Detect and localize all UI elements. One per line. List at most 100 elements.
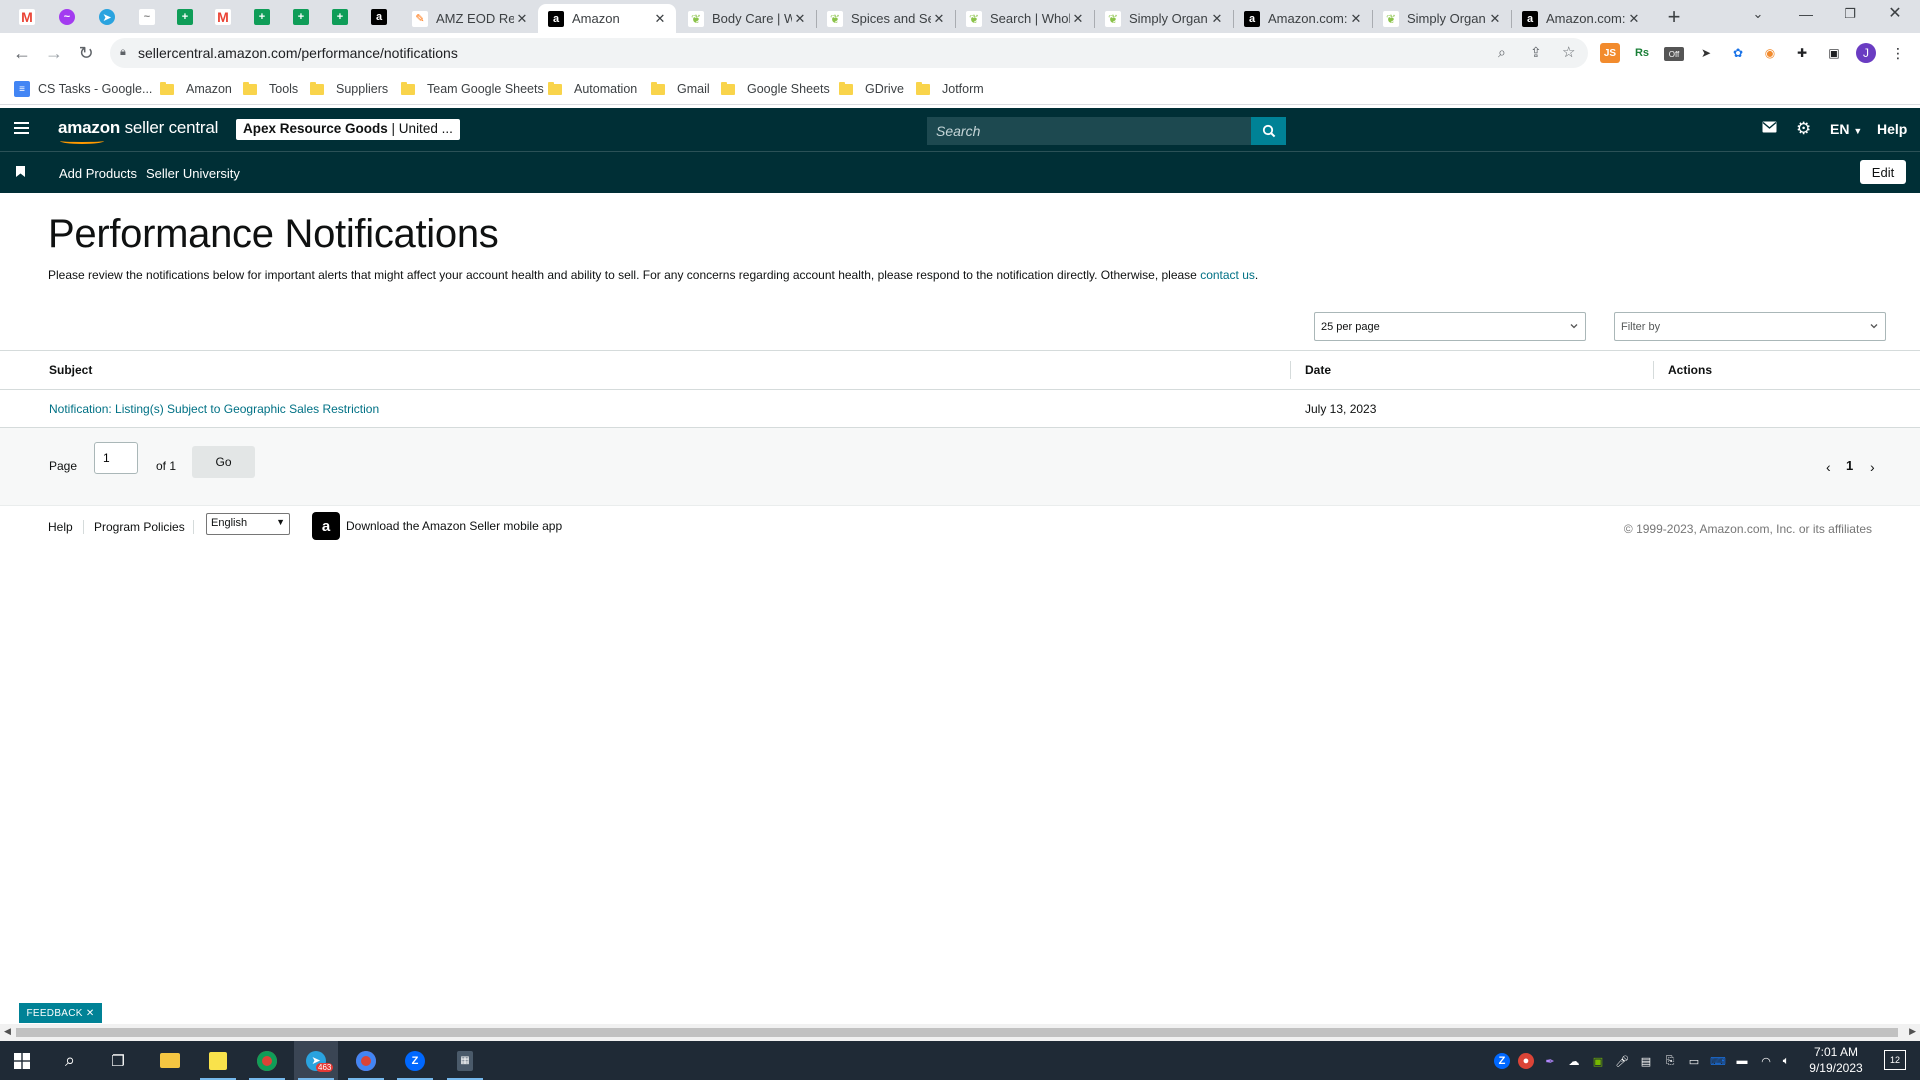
forward-icon[interactable]: → <box>40 39 68 67</box>
gear-extension-icon[interactable]: ✿ <box>1728 43 1748 63</box>
bookmark-folder[interactable]: Google Sheets <box>721 80 830 98</box>
footer-help-link[interactable]: Help <box>48 520 73 534</box>
scrollbar-thumb[interactable] <box>16 1028 1898 1037</box>
bookmark-folder[interactable]: Team Google Sheets <box>401 80 544 98</box>
column-header-subject[interactable]: Subject <box>49 351 92 389</box>
microphone-icon[interactable]: 🎤︎ <box>1614 1053 1630 1069</box>
close-icon[interactable]: ✕ <box>86 1008 95 1019</box>
account-switcher[interactable]: Apex Resource Goods | United ... <box>236 119 460 140</box>
close-icon[interactable]: ✕ <box>1626 11 1642 27</box>
help-link[interactable]: Help <box>1877 121 1907 137</box>
chrome-taskbar-icon[interactable] <box>245 1041 289 1080</box>
zalo-tray-icon[interactable]: Z <box>1494 1053 1510 1069</box>
extensions-puzzle-icon[interactable]: ✚ <box>1792 43 1812 63</box>
feather-tray-icon[interactable]: ✒ <box>1542 1053 1558 1069</box>
tab-sheets-pinned-3[interactable]: + <box>286 4 316 30</box>
orange-extension-icon[interactable]: ◉ <box>1760 43 1780 63</box>
tab-1-active[interactable]: a Amazon ✕ <box>538 4 676 33</box>
per-page-select[interactable]: 25 per page <box>1314 312 1586 341</box>
contact-us-link[interactable]: contact us <box>1200 268 1255 282</box>
tab-2[interactable]: ❦ Body Care | W ✕ <box>678 4 816 33</box>
bookmark-icon[interactable] <box>16 166 25 177</box>
horizontal-scrollbar[interactable]: ◀ ▶ <box>0 1024 1920 1041</box>
js-extension-icon[interactable]: JS <box>1600 43 1620 63</box>
bookmark-folder[interactable]: Automation <box>548 80 637 98</box>
language-selector[interactable]: EN ▼ <box>1830 121 1862 137</box>
onedrive-icon[interactable]: ☁ <box>1566 1053 1582 1069</box>
close-icon[interactable]: ✕ <box>514 11 530 27</box>
calculator-taskbar-icon[interactable]: ▦ <box>443 1041 487 1080</box>
tab-generic-pinned[interactable]: ~ <box>132 4 162 30</box>
tab-5[interactable]: ❦ Simply Organ ✕ <box>1095 4 1233 33</box>
hamburger-menu-icon[interactable] <box>14 122 29 134</box>
tab-sheets-pinned-1[interactable]: + <box>170 4 200 30</box>
battery-icon[interactable]: ▬ <box>1734 1053 1750 1069</box>
close-icon[interactable]: ✕ <box>1348 11 1364 27</box>
side-panel-icon[interactable]: ▣ <box>1824 43 1844 63</box>
tab-telegram-pinned[interactable]: ➤ <box>92 4 122 30</box>
tab-amazon-pinned[interactable]: a <box>364 4 394 30</box>
restore-icon[interactable]: ❐ <box>1840 4 1860 24</box>
network-adapter-icon[interactable]: ⎘ <box>1662 1053 1678 1069</box>
share-icon[interactable]: ⇪ <box>1530 44 1542 61</box>
search-button[interactable] <box>1251 117 1286 145</box>
notification-subject-link[interactable]: Notification: Listing(s) Subject to Geog… <box>49 402 379 416</box>
tab-messenger-pinned[interactable]: ~ <box>52 4 82 30</box>
rs-extension-icon[interactable]: Rs <box>1632 43 1652 63</box>
file-explorer-icon[interactable] <box>148 1041 192 1080</box>
scroll-right-icon[interactable]: ▶ <box>1909 1026 1916 1037</box>
bookmark-docs[interactable]: ≡ CS Tasks - Google... <box>14 80 152 98</box>
close-window-icon[interactable]: ✕ <box>1884 2 1906 24</box>
volume-icon[interactable]: 🔈︎ <box>1778 1053 1794 1069</box>
search-input[interactable] <box>927 117 1252 145</box>
tab-0[interactable]: ✎ AMZ EOD Rep ✕ <box>402 4 538 33</box>
close-icon[interactable]: ✕ <box>931 11 947 27</box>
off-extension-icon[interactable]: Off <box>1664 47 1684 61</box>
close-icon[interactable]: ✕ <box>792 11 808 27</box>
back-icon[interactable]: ← <box>8 39 36 67</box>
scroll-left-icon[interactable]: ◀ <box>4 1026 11 1037</box>
notification-center-icon[interactable]: 12 <box>1884 1050 1906 1070</box>
chrome-profile-taskbar-icon[interactable] <box>344 1041 388 1080</box>
bookmark-folder[interactable]: Gmail <box>651 80 710 98</box>
system-clock[interactable]: 7:01 AM 9/19/2023 <box>1794 1044 1878 1076</box>
new-tab-button[interactable]: + <box>1660 4 1688 30</box>
tab-3[interactable]: ❦ Spices and Se ✕ <box>817 4 955 33</box>
seller-central-logo[interactable]: amazon seller central <box>58 118 218 144</box>
arrow-extension-icon[interactable]: ➤ <box>1696 43 1716 63</box>
next-page-icon[interactable]: › <box>1870 459 1875 475</box>
tab-search-icon[interactable]: ⌄ <box>1748 4 1768 24</box>
previous-page-icon[interactable]: ‹ <box>1826 459 1831 475</box>
keyboard-icon[interactable]: ⌨ <box>1710 1053 1726 1069</box>
filter-select[interactable]: Filter by <box>1614 312 1886 341</box>
feedback-button[interactable]: FEEDBACK ✕ <box>19 1003 102 1023</box>
monitor-icon[interactable]: ▤ <box>1638 1053 1654 1069</box>
profile-avatar[interactable]: J <box>1856 43 1876 63</box>
tab-6[interactable]: a Amazon.com: ✕ <box>1234 4 1372 33</box>
nvidia-icon[interactable]: ▣ <box>1590 1053 1606 1069</box>
column-header-date[interactable]: Date <box>1305 351 1331 389</box>
bookmark-folder[interactable]: GDrive <box>839 80 904 98</box>
bookmark-folder[interactable]: Jotform <box>916 80 984 98</box>
bookmark-folder[interactable]: Suppliers <box>310 80 388 98</box>
tab-sheets-pinned-4[interactable]: + <box>325 4 355 30</box>
display-icon[interactable]: ▭ <box>1686 1053 1702 1069</box>
close-icon[interactable]: ✕ <box>652 11 668 27</box>
chrome-tray-icon[interactable]: ● <box>1518 1053 1534 1069</box>
address-bar[interactable]: 🔒︎ sellercentral.amazon.com/performance/… <box>110 38 1588 68</box>
sticky-notes-icon[interactable] <box>196 1041 240 1080</box>
footer-program-policies-link[interactable]: Program Policies <box>94 520 185 534</box>
nav-add-products[interactable]: Add Products <box>59 166 137 181</box>
zoom-icon[interactable]: ⌕ <box>1498 44 1506 61</box>
close-icon[interactable]: ✕ <box>1209 11 1225 27</box>
close-icon[interactable]: ✕ <box>1487 11 1503 27</box>
star-icon[interactable]: ☆ <box>1562 43 1575 61</box>
menu-icon[interactable]: ⋮ <box>1888 43 1908 63</box>
nav-seller-university[interactable]: Seller University <box>146 166 240 181</box>
tab-sheets-pinned-2[interactable]: + <box>247 4 277 30</box>
mail-icon[interactable] <box>1762 121 1777 133</box>
bookmark-folder[interactable]: Amazon <box>160 80 232 98</box>
task-view-icon[interactable]: ❐ <box>96 1041 140 1080</box>
page-number-input[interactable] <box>94 442 138 474</box>
edit-bookmarks-button[interactable]: Edit <box>1860 160 1906 184</box>
